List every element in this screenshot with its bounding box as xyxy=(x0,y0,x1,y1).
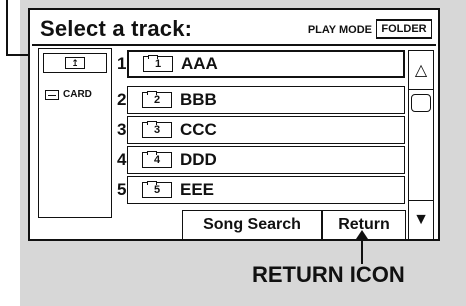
page-title: Select a track: xyxy=(40,16,193,41)
card-label: CARD xyxy=(63,89,92,100)
folder-icon: 4 xyxy=(142,151,172,168)
scroll-down-button[interactable]: ▼ xyxy=(408,200,434,240)
card-icon xyxy=(45,89,59,100)
scrollbar[interactable]: △ ▼ xyxy=(408,50,434,240)
scroll-down-icon: ▼ xyxy=(413,211,429,228)
folder-number: 3 xyxy=(153,124,161,136)
folder-number: 2 xyxy=(153,94,161,106)
folder-icon: 3 xyxy=(142,121,172,138)
card-source-button[interactable]: CARD xyxy=(45,89,92,100)
up-folder-glyph: ↥ xyxy=(71,57,79,68)
track-row-5[interactable]: 5 EEE xyxy=(127,176,405,204)
play-mode-label: PLAY MODE xyxy=(307,24,372,36)
scroll-track[interactable] xyxy=(408,90,434,200)
track-row-1[interactable]: 1 AAA xyxy=(127,50,405,78)
folder-icon: 5 xyxy=(142,181,172,198)
track-name: AAA xyxy=(181,54,218,73)
track-row-2[interactable]: 2 BBB xyxy=(127,86,405,114)
folder-number: 4 xyxy=(153,154,161,166)
return-icon-callout: RETURN ICON xyxy=(252,262,405,287)
folder-number: 1 xyxy=(154,58,162,70)
track-name: BBB xyxy=(180,90,217,109)
title-divider xyxy=(32,44,436,46)
song-search-button[interactable]: Song Search xyxy=(182,210,322,240)
folder-mode-label: FOLDER xyxy=(376,20,432,38)
up-folder-button[interactable]: ↥ xyxy=(43,53,107,73)
track-select-screen: Select a track: PLAY MODE FOLDER ↥ CARD … xyxy=(28,8,440,241)
folder-icon: 1 xyxy=(143,55,173,72)
pointer-line-vertical xyxy=(6,0,8,56)
up-folder-icon: ↥ xyxy=(65,57,85,69)
scroll-up-button[interactable]: △ xyxy=(408,50,434,90)
track-row-4[interactable]: 4 DDD xyxy=(127,146,405,174)
track-name: DDD xyxy=(180,150,217,169)
folder-icon: 2 xyxy=(142,91,172,108)
song-search-label: Song Search xyxy=(203,216,301,233)
callout-arrow-stem xyxy=(361,236,363,264)
track-row-3[interactable]: 3 CCC xyxy=(127,116,405,144)
scroll-up-icon: △ xyxy=(414,62,428,79)
track-name: EEE xyxy=(180,180,215,199)
folder-mode-button[interactable]: FOLDER xyxy=(376,19,432,39)
scroll-thumb[interactable] xyxy=(411,94,431,112)
sidebar: ↥ CARD xyxy=(38,48,112,218)
folder-number: 5 xyxy=(153,184,161,196)
track-name: CCC xyxy=(180,120,217,139)
